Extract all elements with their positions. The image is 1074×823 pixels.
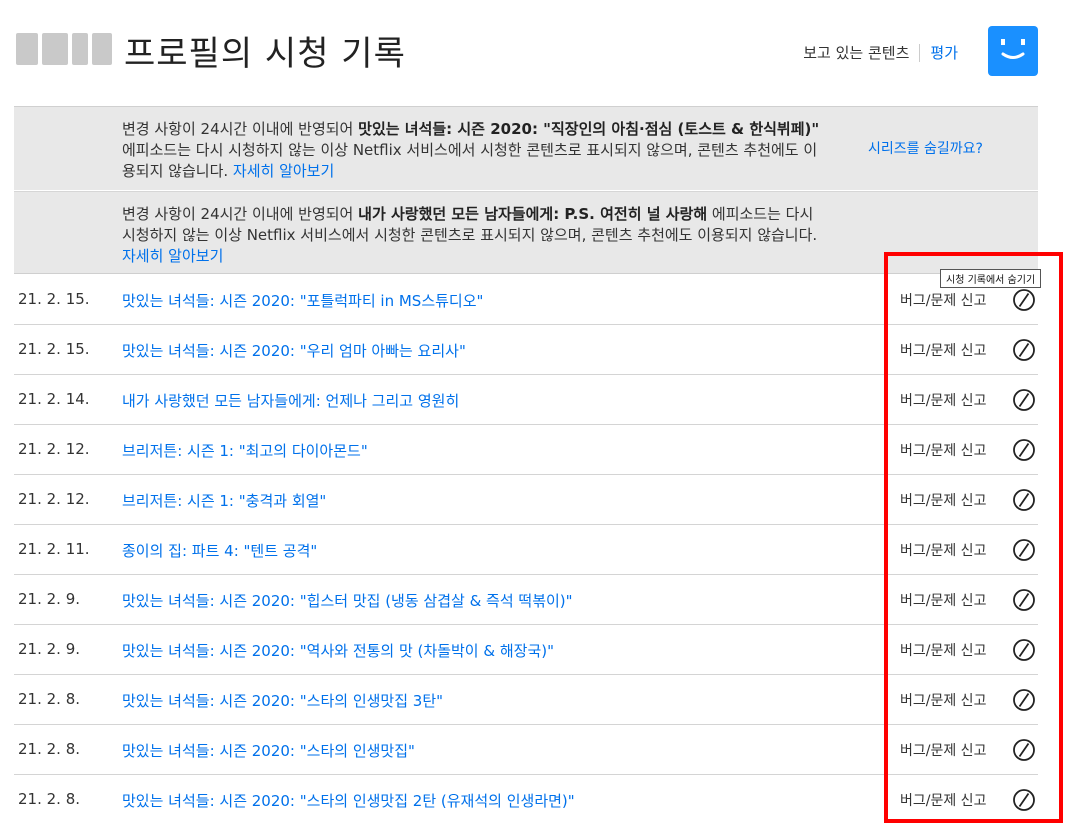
history-row: 21. 2. 11. 종이의 집: 파트 4: "텐트 공격" 버그/문제 신고 (14, 525, 1038, 575)
header-link-divider (919, 43, 921, 62)
circle-slash-icon[interactable] (1012, 388, 1036, 412)
watched-date: 21. 2. 8. (18, 740, 81, 758)
title-link[interactable]: 내가 사랑했던 모든 남자들에게: 언제나 그리고 영원히 (122, 390, 459, 411)
history-row: 21. 2. 9. 맛있는 녀석들: 시즌 2020: "힙스터 맛집 (냉동 … (14, 575, 1038, 625)
title-link[interactable]: 맛있는 녀석들: 시즌 2020: "역사와 전통의 맛 (차돌박이 & 해장국… (122, 640, 554, 661)
notice-prefix: 변경 사항이 24시간 이내에 반영되어 (122, 205, 359, 223)
learn-more-link[interactable]: 자세히 알아보기 (233, 162, 334, 180)
title-link[interactable]: 맛있는 녀석들: 시즌 2020: "스타의 인생맛집 3탄" (122, 690, 443, 711)
circle-slash-icon[interactable] (1012, 788, 1036, 812)
watched-date: 21. 2. 12. (18, 440, 90, 458)
watched-date: 21. 2. 15. (18, 290, 90, 308)
report-problem-link[interactable]: 버그/문제 신고 (900, 540, 986, 560)
report-problem-link[interactable]: 버그/문제 신고 (900, 590, 986, 610)
circle-slash-icon[interactable] (1012, 688, 1036, 712)
hide-tooltip: 시청 기록에서 숨기기 (940, 269, 1042, 288)
learn-more-link[interactable]: 자세히 알아보기 (122, 247, 223, 265)
viewing-activity-link[interactable]: 보고 있는 콘텐츠 (803, 42, 909, 63)
notice-prefix: 변경 사항이 24시간 이내에 반영되어 (122, 120, 359, 138)
history-row: 21. 2. 9. 맛있는 녀석들: 시즌 2020: "역사와 전통의 맛 (… (14, 625, 1038, 675)
title-link[interactable]: 맛있는 녀석들: 시즌 2020: "스타의 인생맛집 2탄 (유재석의 인생라… (122, 790, 575, 811)
notice-text: 변경 사항이 24시간 이내에 반영되어 맛있는 녀석들: 시즌 2020: "… (122, 119, 822, 182)
report-problem-link[interactable]: 버그/문제 신고 (900, 640, 986, 660)
circle-slash-icon[interactable] (1012, 488, 1036, 512)
report-problem-link[interactable]: 버그/문제 신고 (900, 740, 986, 760)
report-problem-link[interactable]: 버그/문제 신고 (900, 690, 986, 710)
report-problem-link[interactable]: 버그/문제 신고 (900, 440, 986, 460)
notice-suffix: 에피소드는 다시 시청하지 않는 이상 Netflix 서비스에서 시청한 콘텐… (122, 141, 818, 180)
circle-slash-icon[interactable] (1012, 438, 1036, 462)
hide-series-link[interactable]: 시리즈를 숨길까요? (868, 139, 983, 160)
watched-date: 21. 2. 15. (18, 340, 90, 358)
history-row: 21. 2. 12. 브리저튼: 시즌 1: "충격과 회열" 버그/문제 신고 (14, 475, 1038, 525)
history-row: 21. 2. 8. 맛있는 녀석들: 시즌 2020: "스타의 인생맛집" 버… (14, 725, 1038, 775)
history-row: 21. 2. 15. 맛있는 녀석들: 시즌 2020: "우리 엄마 아빠는 … (14, 325, 1038, 375)
history-row: 21. 2. 8. 맛있는 녀석들: 시즌 2020: "스타의 인생맛집 2탄… (14, 775, 1038, 823)
history-row: 21. 2. 8. 맛있는 녀석들: 시즌 2020: "스타의 인생맛집 3탄… (14, 675, 1038, 725)
circle-slash-icon[interactable] (1012, 538, 1036, 562)
title-link[interactable]: 맛있는 녀석들: 시즌 2020: "힙스터 맛집 (냉동 삼겹살 & 즉석 떡… (122, 590, 573, 611)
notice-text: 변경 사항이 24시간 이내에 반영되어 내가 사랑했던 모든 남자들에게: P… (122, 204, 822, 267)
watched-date: 21. 2. 8. (18, 690, 81, 708)
page-title: 프로필의 시청 기록 (124, 34, 406, 74)
viewing-history-list: 21. 2. 15. 맛있는 녀석들: 시즌 2020: "포틀럭파티 in M… (14, 275, 1038, 823)
history-row: 21. 2. 12. 브리저튼: 시즌 1: "최고의 다이아몬드" 버그/문제… (14, 425, 1038, 475)
title-link[interactable]: 종이의 집: 파트 4: "텐트 공격" (122, 540, 317, 561)
report-problem-link[interactable]: 버그/문제 신고 (900, 340, 986, 360)
circle-slash-icon[interactable] (1012, 288, 1036, 312)
hidden-episode-notice: 변경 사항이 24시간 이내에 반영되어 내가 사랑했던 모든 남자들에게: P… (14, 191, 1038, 274)
report-problem-link[interactable]: 버그/문제 신고 (900, 490, 986, 510)
circle-slash-icon[interactable] (1012, 638, 1036, 662)
smiley-face-icon (1001, 39, 1025, 59)
report-problem-link[interactable]: 버그/문제 신고 (900, 790, 986, 810)
avatar[interactable] (988, 26, 1038, 76)
watched-date: 21. 2. 8. (18, 790, 81, 808)
title-link[interactable]: 맛있는 녀석들: 시즌 2020: "우리 엄마 아빠는 요리사" (122, 340, 466, 361)
circle-slash-icon[interactable] (1012, 738, 1036, 762)
circle-slash-icon[interactable] (1012, 338, 1036, 362)
report-problem-link[interactable]: 버그/문제 신고 (900, 290, 986, 310)
title-link[interactable]: 브리저튼: 시즌 1: "최고의 다이아몬드" (122, 440, 368, 461)
report-problem-link[interactable]: 버그/문제 신고 (900, 390, 986, 410)
watched-date: 21. 2. 9. (18, 590, 81, 608)
notice-episode-title: 맛있는 녀석들: 시즌 2020: "직장인의 아침·점심 (토스트 & 한식뷔… (358, 120, 820, 138)
history-row: 21. 2. 14. 내가 사랑했던 모든 남자들에게: 언제나 그리고 영원히… (14, 375, 1038, 425)
circle-slash-icon[interactable] (1012, 588, 1036, 612)
hidden-episode-notice: 변경 사항이 24시간 이내에 반영되어 맛있는 녀석들: 시즌 2020: "… (14, 106, 1038, 190)
header-links: 보고 있는 콘텐츠 평가 (803, 42, 958, 63)
notice-episode-title: 내가 사랑했던 모든 남자들에게: P.S. 여전히 널 사랑해 (358, 205, 708, 223)
rating-link[interactable]: 평가 (930, 42, 958, 63)
page-header: 프로필의 시청 기록 보고 있는 콘텐츠 평가 (0, 0, 1074, 106)
watched-date: 21. 2. 11. (18, 540, 90, 558)
watched-date: 21. 2. 12. (18, 490, 90, 508)
watched-date: 21. 2. 14. (18, 390, 90, 408)
watched-date: 21. 2. 9. (18, 640, 81, 658)
blurred-profile-name (16, 33, 112, 65)
history-row: 21. 2. 15. 맛있는 녀석들: 시즌 2020: "포틀럭파티 in M… (14, 275, 1038, 325)
title-link[interactable]: 맛있는 녀석들: 시즌 2020: "스타의 인생맛집" (122, 740, 415, 761)
title-link[interactable]: 브리저튼: 시즌 1: "충격과 회열" (122, 490, 326, 511)
title-link[interactable]: 맛있는 녀석들: 시즌 2020: "포틀럭파티 in MS스튜디오" (122, 290, 483, 311)
